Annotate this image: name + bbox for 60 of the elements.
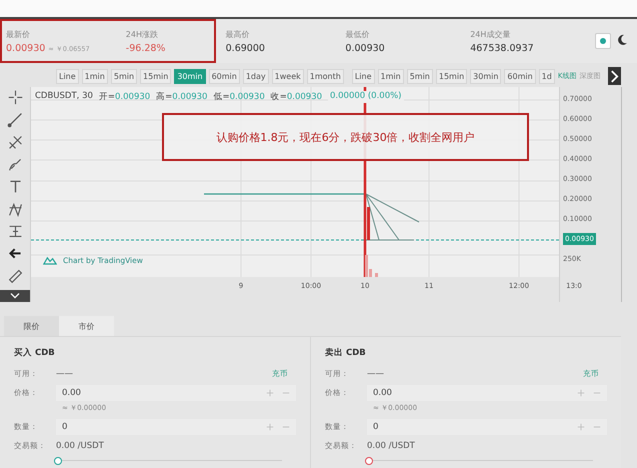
annotation-box: 认购价格1.8元，现在6分，跌破30倍，收割全网用户 <box>162 113 529 161</box>
ohlc-value: 低=0.00930 <box>213 91 265 103</box>
interval-button[interactable]: 1day <box>242 68 269 84</box>
stat-label: 24H涨跌 <box>126 28 159 40</box>
stat-label: 最新价 <box>6 28 31 40</box>
interval-button[interactable]: 1month <box>306 68 344 84</box>
stat-label: 最低价 <box>345 28 370 40</box>
interval-button[interactable]: 1week <box>272 68 304 84</box>
fork-icon[interactable] <box>6 134 24 151</box>
trend-lines-drawing <box>366 194 420 240</box>
crosshair-icon[interactable] <box>6 89 24 106</box>
ohlc-value: 高=0.00930 <box>156 91 208 103</box>
brush-icon[interactable] <box>6 156 24 173</box>
interval-button[interactable]: 1d <box>538 68 555 84</box>
symbol-label[interactable]: CDBUSDT, 30 <box>35 91 93 103</box>
interval-button[interactable]: 15min <box>436 68 468 84</box>
stat-value: 0.00930 <box>345 42 385 54</box>
amount-slider[interactable] <box>365 457 593 465</box>
available-value: —— <box>367 369 384 379</box>
moon-icon[interactable] <box>615 33 629 47</box>
pattern-icon[interactable] <box>6 200 24 218</box>
ohlc-value: 收=0.00930 <box>270 91 322 103</box>
panel-title: 卖出 CDB <box>325 347 367 359</box>
panel-title: 买入 CDB <box>14 347 56 359</box>
slider-thumb[interactable] <box>54 457 62 465</box>
measure-icon[interactable] <box>6 223 24 240</box>
available-value: —— <box>56 369 73 379</box>
interval-button[interactable]: 5min <box>110 68 138 84</box>
stat-label: 最高价 <box>226 28 251 40</box>
stat-label: 24H成交量 <box>470 28 512 40</box>
stat-value: 467538.0937 <box>470 42 534 54</box>
volume-bars <box>365 255 378 277</box>
order-type-tab[interactable]: 限价 <box>4 316 59 336</box>
total-value: 0.00 /USDT <box>367 441 415 451</box>
interval-button[interactable]: 1min <box>82 68 108 84</box>
interval-button[interactable]: 15min <box>140 68 172 84</box>
interval-button[interactable]: Line <box>352 68 374 84</box>
interval-button[interactable]: Line <box>56 68 79 84</box>
stat-value: 0.69000 <box>226 42 265 54</box>
cloud-logo-icon <box>43 256 57 265</box>
line-icon[interactable] <box>6 111 24 128</box>
order-type-tab[interactable]: 市价 <box>59 316 114 336</box>
slider-thumb[interactable] <box>365 457 373 465</box>
amount-slider[interactable] <box>54 457 282 465</box>
ruler-icon[interactable] <box>6 268 24 285</box>
ohlc-value: 开=0.00930 <box>98 91 150 103</box>
candle <box>367 207 370 240</box>
total-value: 0.00 /USDT <box>56 441 104 451</box>
collapse-button[interactable] <box>0 290 30 302</box>
stat-value: 0.00930 <box>6 42 46 54</box>
scroll-right-button[interactable] <box>608 67 621 85</box>
stat-value: -96.28% <box>126 42 166 54</box>
chevron-down-icon <box>9 292 21 300</box>
interval-button[interactable]: 60min <box>208 68 240 84</box>
interval-button[interactable]: 5min <box>406 68 433 84</box>
interval-button[interactable]: 60min <box>504 68 536 84</box>
interval-button[interactable]: 30min <box>174 68 206 84</box>
change-value: 0.00000 (0.00%) <box>328 91 404 103</box>
interval-button[interactable]: 1min <box>378 68 404 84</box>
interval-button[interactable]: 30min <box>470 68 502 84</box>
